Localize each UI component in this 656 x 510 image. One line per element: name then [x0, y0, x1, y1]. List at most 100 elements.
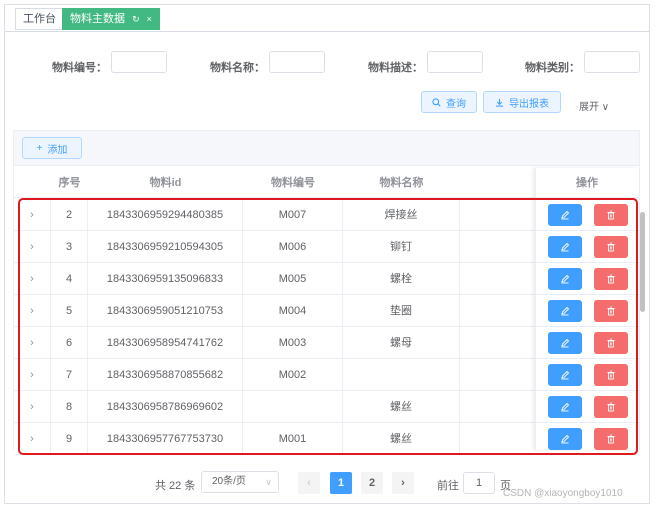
page-size-select[interactable]: 20条/页 ∨ [201, 471, 279, 493]
trash-icon [606, 210, 616, 220]
column-header-code: 物料编号 [271, 177, 315, 189]
expand-row-icon[interactable]: › [14, 199, 51, 231]
column-header-id: 物料id [149, 177, 182, 189]
close-icon[interactable]: × [147, 14, 152, 24]
edit-button[interactable] [548, 204, 582, 226]
cell-name: 螺栓 [343, 263, 460, 295]
goto-page-input[interactable]: 1 [463, 472, 495, 494]
material-name-input[interactable] [269, 51, 325, 73]
expand-row-icon[interactable]: › [14, 295, 51, 327]
cell-index: 7 [51, 359, 88, 391]
cell-index: 3 [51, 231, 88, 263]
cell-name: 铆钉 [343, 231, 460, 263]
edit-button[interactable] [548, 428, 582, 450]
query-button[interactable]: 查询 [421, 91, 477, 113]
cell-index: 6 [51, 327, 88, 359]
expand-row-icon[interactable]: › [14, 359, 51, 391]
table-toolbar: + 添加 [14, 131, 639, 166]
cell-id: 1843306959210594305 [88, 231, 243, 263]
material-desc-input[interactable] [427, 51, 483, 73]
expand-row-icon[interactable]: › [14, 263, 51, 295]
cell-name: 垫圈 [343, 295, 460, 327]
trash-icon [606, 338, 616, 348]
delete-button[interactable] [594, 332, 628, 354]
cell-id: 1843306959051210753 [88, 295, 243, 327]
cell-code: M004 [243, 295, 343, 327]
cell-code: M001 [243, 423, 343, 455]
table-row[interactable]: › 6 1843306958954741762 M003 螺母 [14, 327, 639, 359]
cell-name: 螺丝 [343, 391, 460, 423]
page-1-button[interactable]: 1 [330, 472, 352, 494]
add-button[interactable]: + 添加 [22, 137, 82, 159]
delete-button[interactable] [594, 428, 628, 450]
goto-label: 前往 [437, 480, 459, 492]
delete-button[interactable] [594, 364, 628, 386]
tab-workbench[interactable]: 工作台 [15, 8, 64, 30]
edit-icon [560, 402, 570, 412]
trash-icon [606, 370, 616, 380]
cell-code: M003 [243, 327, 343, 359]
edit-button[interactable] [548, 332, 582, 354]
add-button-label: 添加 [47, 144, 68, 156]
delete-button[interactable] [594, 204, 628, 226]
export-report-button[interactable]: 导出报表 [483, 91, 561, 113]
material-code-label: 物料编号： [52, 62, 107, 74]
table-row[interactable]: › 5 1843306959051210753 M004 垫圈 [14, 295, 639, 327]
refresh-icon[interactable]: ↻ [132, 14, 140, 24]
watermark-text: CSDN @xiaoyongboy1010 [503, 488, 623, 499]
search-icon [432, 97, 441, 107]
delete-button[interactable] [594, 236, 628, 258]
material-code-input[interactable] [111, 51, 167, 73]
edit-button[interactable] [548, 364, 582, 386]
trash-icon [606, 274, 616, 284]
cell-index: 2 [51, 199, 88, 231]
table-scrollbar[interactable] [640, 212, 645, 312]
table-row[interactable]: › 2 1843306959294480385 M007 焊接丝 [14, 199, 639, 231]
pagination-total: 共 22 条 [155, 480, 196, 492]
cell-name: 螺母 [343, 327, 460, 359]
cell-code: M002 [243, 359, 343, 391]
prev-page-button[interactable]: ‹ [298, 472, 320, 494]
chevron-down-icon: ∨ [265, 477, 272, 487]
expand-row-icon[interactable]: › [14, 391, 51, 423]
next-page-button[interactable]: › [392, 472, 414, 494]
edit-icon [560, 306, 570, 316]
cell-name: 焊接丝 [343, 199, 460, 231]
delete-button[interactable] [594, 268, 628, 290]
material-name-label: 物料名称： [210, 62, 265, 74]
cell-blank [460, 327, 535, 359]
edit-icon [560, 210, 570, 220]
edit-button[interactable] [548, 396, 582, 418]
page-2-button[interactable]: 2 [361, 472, 383, 494]
edit-button[interactable] [548, 300, 582, 322]
chevron-down-icon: ∨ [601, 102, 610, 113]
edit-button[interactable] [548, 268, 582, 290]
export-report-button-label: 导出报表 [509, 98, 549, 110]
material-category-input[interactable] [584, 51, 640, 73]
trash-icon [606, 402, 616, 412]
expand-toggle[interactable]: 展开 ∨ [579, 98, 609, 113]
column-header-actions: 操作 [576, 177, 598, 189]
cell-name [343, 359, 460, 391]
table-row[interactable]: › 3 1843306959210594305 M006 铆钉 [14, 231, 639, 263]
cell-blank [460, 295, 535, 327]
cell-id: 1843306958870855682 [88, 359, 243, 391]
expand-row-icon[interactable]: › [14, 423, 51, 455]
edit-button[interactable] [548, 236, 582, 258]
table-row[interactable]: › 8 1843306958786969602 螺丝 [14, 391, 639, 423]
tab-material-master-label: 物料主数据 [70, 13, 125, 25]
delete-button[interactable] [594, 300, 628, 322]
expand-row-icon[interactable]: › [14, 327, 51, 359]
table-row[interactable]: › 9 1843306957767753730 M001 螺丝 [14, 423, 639, 455]
edit-icon [560, 370, 570, 380]
table-row[interactable]: › 7 1843306958870855682 M002 [14, 359, 639, 391]
query-button-label: 查询 [446, 98, 466, 110]
download-icon [495, 98, 504, 107]
tab-material-master[interactable]: 物料主数据 ↻ × [62, 8, 160, 30]
cell-id: 1843306958786969602 [88, 391, 243, 423]
cell-id: 1843306959135096833 [88, 263, 243, 295]
table-row[interactable]: › 4 1843306959135096833 M005 螺栓 [14, 263, 639, 295]
delete-button[interactable] [594, 396, 628, 418]
expand-toggle-label: 展开 [579, 102, 599, 113]
expand-row-icon[interactable]: › [14, 231, 51, 263]
